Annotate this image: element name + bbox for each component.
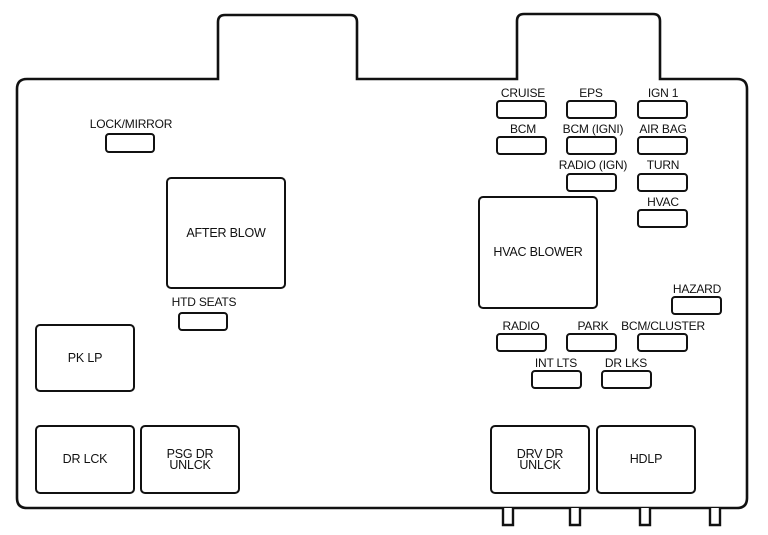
fuse-park[interactable] (566, 333, 617, 352)
fuse-label-eps: EPS (579, 86, 603, 100)
fuse-label-htd-seats: HTD SEATS (171, 295, 237, 309)
relay-hvac-blower[interactable]: HVAC BLOWER (478, 196, 598, 309)
fuse-ign-1[interactable] (637, 100, 688, 119)
bottom-pins (501, 508, 722, 527)
fuse-label-radio: RADIO (502, 319, 540, 333)
relay-hdlp[interactable]: HDLP (596, 425, 696, 494)
pin (638, 508, 652, 527)
fuse-eps[interactable] (566, 100, 617, 119)
fuse-lock-mirror[interactable] (105, 133, 155, 153)
relay-label-drv-dr-unlck: DRV DR UNLCK (516, 446, 564, 472)
relay-label-hvac-blower: HVAC BLOWER (493, 245, 583, 259)
fuse-label-int-lts: INT LTS (534, 356, 578, 370)
pin (568, 508, 582, 527)
relay-psg-dr-unlck[interactable]: PSG DR UNLCK (140, 425, 240, 494)
relay-pk-lp[interactable]: PK LP (35, 324, 135, 392)
fuse-label-bcm-cluster: BCM/CLUSTER (621, 319, 705, 333)
fuse-label-hvac: HVAC (647, 195, 679, 209)
fuse-air-bag[interactable] (637, 136, 688, 155)
fuse-label-dr-lks: DR LKS (604, 356, 648, 370)
relay-label-hdlp: HDLP (629, 452, 663, 466)
fuse-dr-lks[interactable] (601, 370, 652, 389)
relay-after-blow[interactable]: AFTER BLOW (166, 177, 286, 289)
fuse-label-park: PARK (577, 319, 609, 333)
fuse-label-bcm-igni: BCM (IGNI) (562, 122, 624, 136)
relay-drv-dr-unlck[interactable]: DRV DR UNLCK (490, 425, 590, 494)
relay-label-after-blow: AFTER BLOW (186, 225, 266, 240)
fuse-radio-ign[interactable] (566, 173, 617, 192)
relay-dr-lck[interactable]: DR LCK (35, 425, 135, 494)
relay-label-psg-dr-unlck: PSG DR UNLCK (166, 446, 214, 472)
fuse-hvac[interactable] (637, 209, 688, 228)
fuse-label-air-bag: AIR BAG (639, 122, 687, 136)
relay-label-pk-lp: PK LP (67, 350, 103, 365)
fuse-label-hazard: HAZARD (672, 282, 722, 296)
pin (501, 508, 515, 527)
fuse-cruise[interactable] (496, 100, 547, 119)
fuse-htd-seats[interactable] (178, 312, 228, 331)
fuse-label-radio-ign: RADIO (IGN) (558, 158, 628, 172)
fuse-bcm[interactable] (496, 136, 547, 155)
pin (708, 508, 722, 527)
fuse-int-lts[interactable] (531, 370, 582, 389)
fuse-label-bcm: BCM (509, 122, 537, 136)
fuse-bcm-cluster[interactable] (637, 333, 688, 352)
fuse-hazard[interactable] (671, 296, 722, 315)
fuse-bcm-igni[interactable] (566, 136, 617, 155)
fuse-label-ign-1: IGN 1 (647, 86, 679, 100)
fuse-label-cruise: CRUISE (500, 86, 546, 100)
fuse-radio[interactable] (496, 333, 547, 352)
fuse-turn[interactable] (637, 173, 688, 192)
fuse-label-turn: TURN (646, 158, 680, 172)
relay-label-dr-lck: DR LCK (62, 452, 108, 466)
fuse-label-lock-mirror: LOCK/MIRROR (89, 117, 173, 131)
